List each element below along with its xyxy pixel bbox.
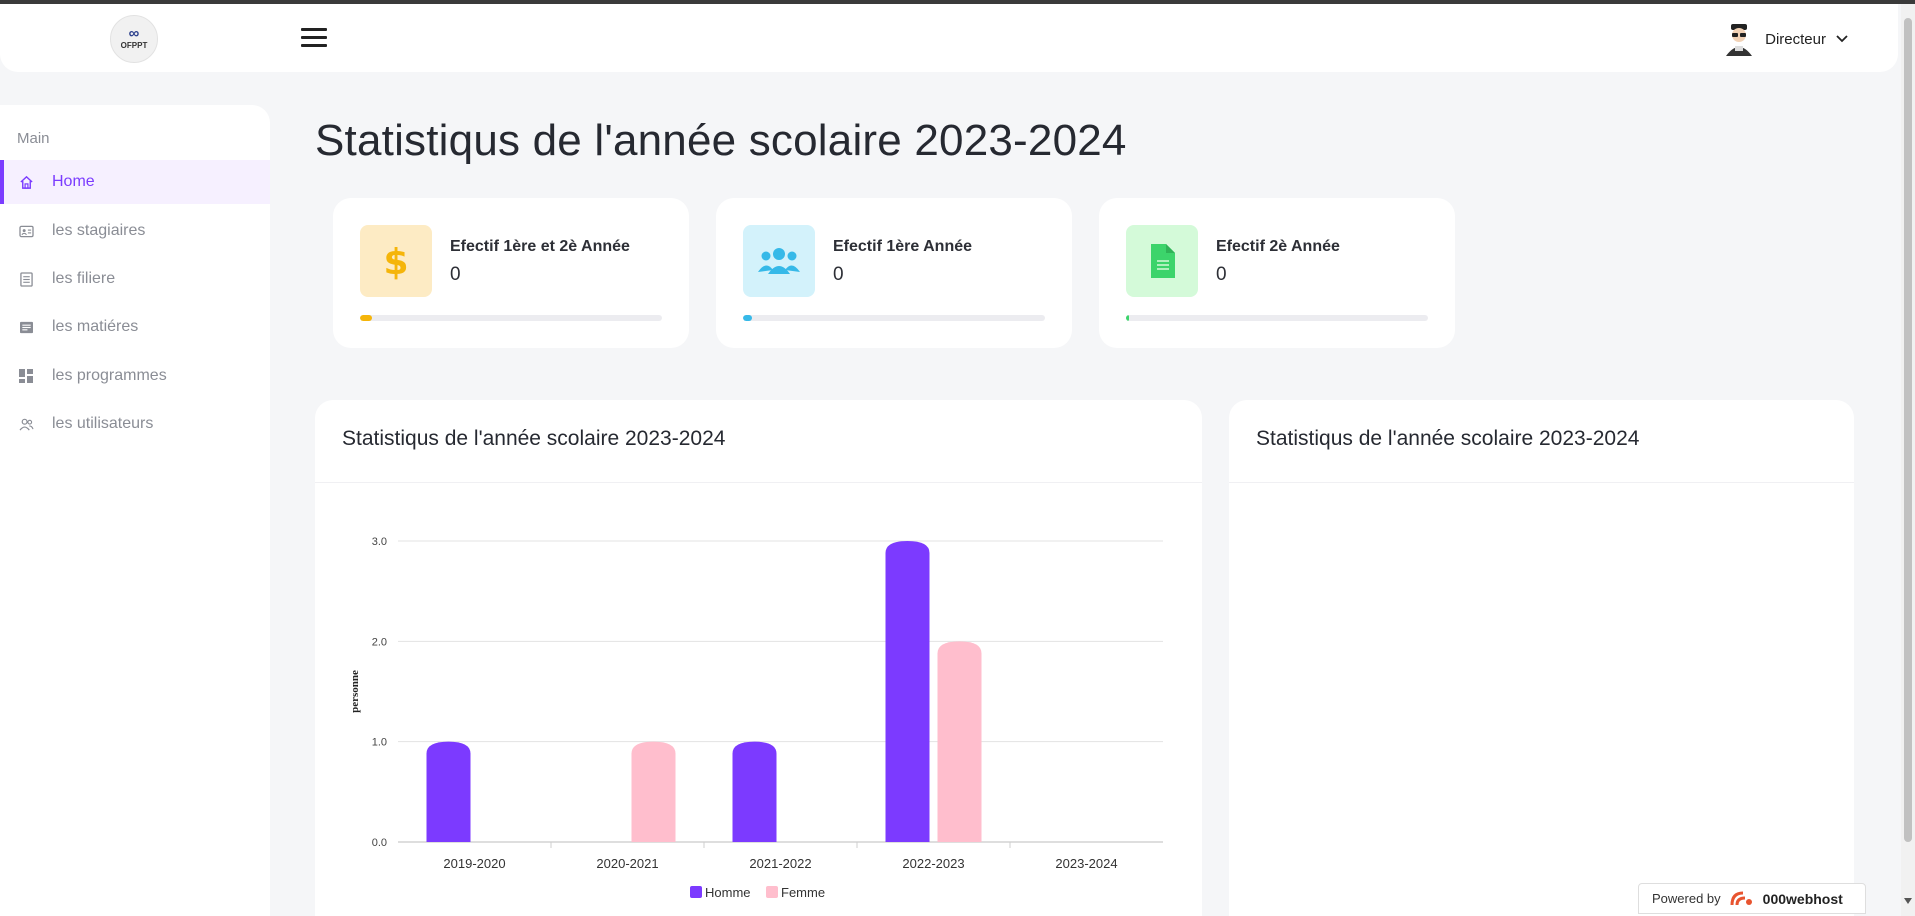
bar-femme [631, 741, 676, 842]
y-tick-label: 0.0 [372, 837, 387, 849]
stat-badge [1126, 225, 1198, 297]
user-name: Directeur [1765, 30, 1826, 48]
sidebar-item-label: les programmes [52, 367, 167, 384]
sidebar-item-stagiaires[interactable]: les stagiaires [0, 209, 270, 253]
brand-text: 000webhost [1762, 890, 1843, 907]
stat-card-value: 0 [1216, 264, 1227, 285]
stat-card-title: Efectif 2è Année [1216, 238, 1340, 255]
x-tick-label: 2023-2024 [1055, 856, 1117, 871]
sidebar-item-label: les stagiaires [52, 222, 146, 239]
list-icon [18, 271, 34, 287]
stat-progress-track [360, 315, 662, 321]
y-tick-label: 2.0 [372, 636, 387, 648]
bar-chart: 0.0 1.0 2.0 3.0 personne 2019-2020 2020-2021 20… [349, 536, 1163, 900]
stat-card-total: $ Efectif 1ère et 2è Année 0 [333, 198, 689, 348]
sidebar-item-home[interactable]: Home [0, 160, 270, 204]
bar-homme [426, 741, 471, 842]
y-tick-label: 3.0 [372, 536, 387, 548]
hamburger-line [301, 36, 327, 39]
sidebar-item-utilisateurs[interactable]: les utilisateurs [0, 402, 270, 446]
powered-by-badge[interactable]: Powered by 000webhost [1638, 883, 1866, 914]
bar-femme [937, 641, 982, 842]
x-tick-label: 2021-2022 [749, 856, 811, 871]
stat-card-title: Efectif 1ère et 2è Année [450, 238, 630, 255]
stat-card-value: 0 [450, 264, 461, 285]
panel-divider [1229, 482, 1854, 483]
stat-badge: $ [360, 225, 432, 297]
file-icon [1151, 244, 1175, 278]
top-header: ∞ OFPPT Directeur [0, 4, 1898, 72]
sidebar: Main Home les stagiaires les filiere les… [0, 105, 270, 916]
stat-card-value: 0 [833, 264, 844, 285]
stat-progress-fill [743, 315, 753, 321]
y-axis-label: personne [349, 670, 361, 713]
chart-panel-left: Statistiqus de l'année scolaire 2023-202… [315, 400, 1202, 916]
sidebar-item-filiere[interactable]: les filiere [0, 257, 270, 301]
scroll-down-arrow-icon[interactable] [1904, 898, 1912, 904]
users-icon [18, 416, 34, 432]
sidebar-item-label: les filiere [52, 270, 116, 287]
stat-card-second-year: Efectif 2è Année 0 [1099, 198, 1455, 348]
user-avatar-icon [1726, 24, 1753, 56]
stat-progress-track [743, 315, 1045, 321]
document-icon [18, 319, 34, 335]
logo-text: OFPPT [120, 41, 148, 50]
scrollbar-thumb[interactable] [1904, 18, 1912, 842]
dollar-icon: $ [383, 242, 408, 280]
logo-mark-icon: ∞ [128, 25, 140, 42]
svg-text:$: $ [383, 242, 408, 280]
menu-toggle-button[interactable] [301, 28, 327, 50]
stat-progress-fill [1126, 315, 1130, 321]
stat-card-title: Efectif 1ère Année [833, 238, 973, 255]
dashboard-icon [18, 368, 34, 384]
webhost-logo-icon [1730, 891, 1752, 905]
sidebar-item-label: les matiéres [52, 318, 139, 335]
powered-by-text: Powered by [1652, 891, 1721, 906]
stat-card-first-year: Efectif 1ère Année 0 [716, 198, 1072, 348]
sidebar-item-label: les utilisateurs [52, 415, 154, 432]
x-tick-label: 2020-2021 [596, 856, 658, 871]
stat-progress-track [1126, 315, 1428, 321]
home-icon [18, 174, 34, 190]
bar-homme [732, 741, 777, 842]
sidebar-item-programmes[interactable]: les programmes [0, 354, 270, 398]
legend-label: Homme [705, 885, 751, 900]
legend-label: Femme [781, 885, 825, 900]
users-icon [758, 248, 800, 274]
legend-swatch [766, 886, 778, 898]
x-tick-label: 2019-2020 [443, 856, 505, 871]
y-tick-label: 1.0 [372, 737, 387, 749]
sidebar-section-title: Main [17, 130, 50, 147]
ofppt-logo[interactable]: ∞ OFPPT [110, 15, 158, 63]
panel-title: Statistiqus de l'année scolaire 2023-202… [1256, 427, 1640, 450]
chevron-down-icon [1836, 35, 1848, 43]
legend-swatch [690, 886, 702, 898]
bar-homme [885, 541, 930, 842]
id-card-icon [18, 223, 34, 239]
stat-badge [743, 225, 815, 297]
chart-panel-right: Statistiqus de l'année scolaire 2023-202… [1229, 400, 1854, 916]
stat-progress-fill [360, 315, 373, 321]
hamburger-line [301, 44, 327, 47]
page-title: Statistiqus de l'année scolaire 2023-202… [315, 116, 1127, 165]
hamburger-line [301, 28, 327, 31]
sidebar-item-matieres[interactable]: les matiéres [0, 305, 270, 349]
user-menu[interactable]: Directeur [1723, 22, 1848, 56]
page-scrollbar[interactable] [1901, 4, 1915, 916]
sidebar-item-label: Home [52, 173, 95, 190]
x-tick-label: 2022-2023 [902, 856, 964, 871]
